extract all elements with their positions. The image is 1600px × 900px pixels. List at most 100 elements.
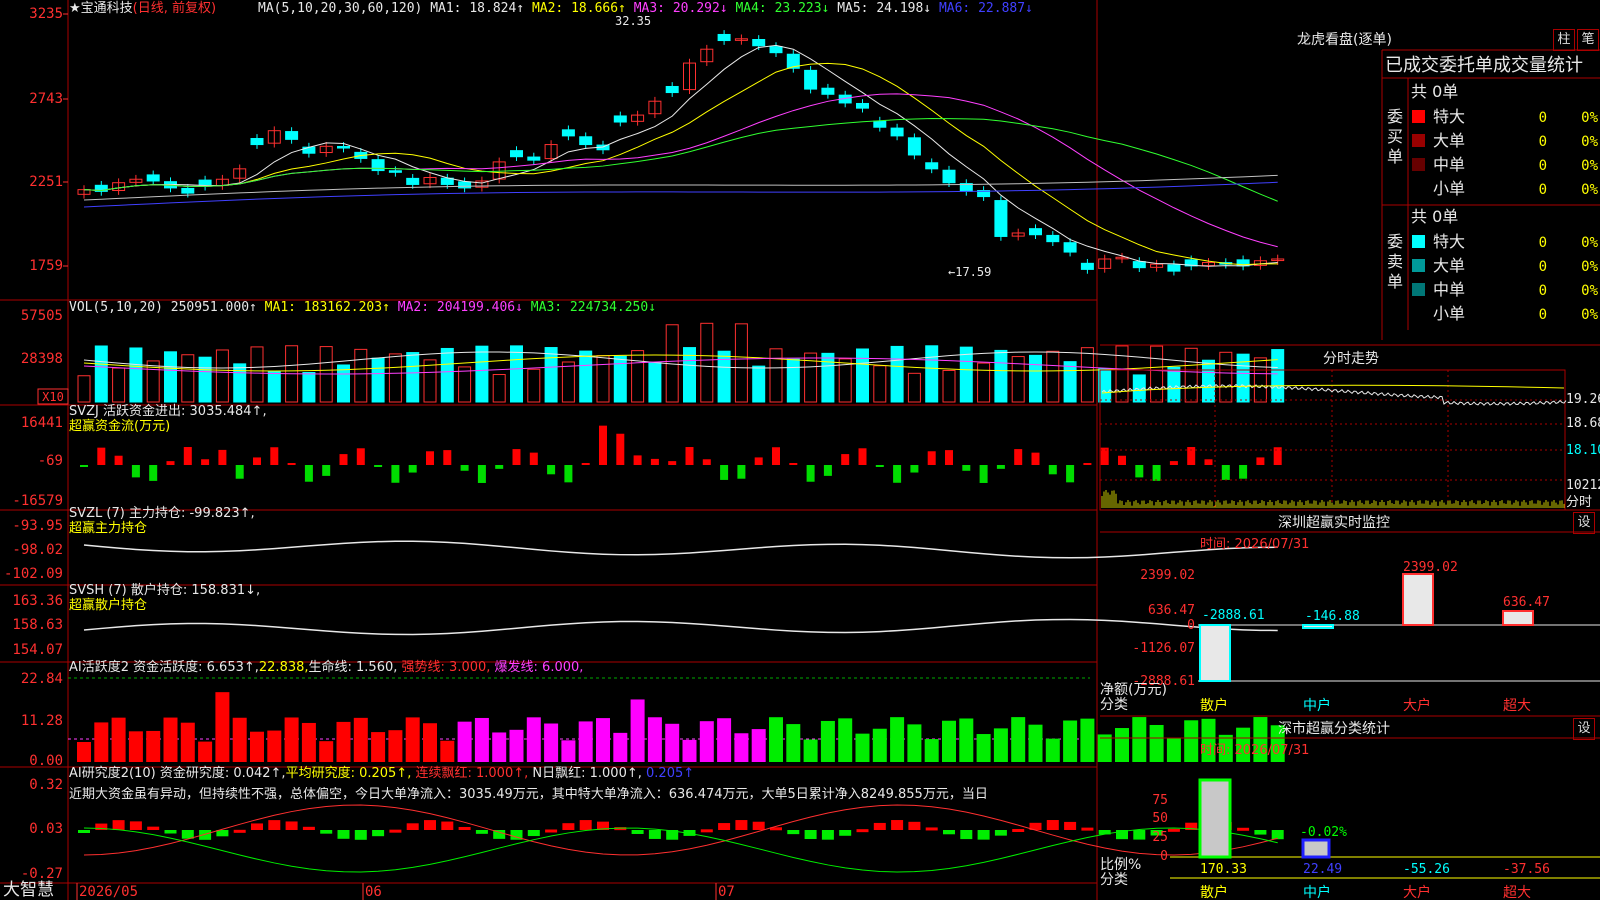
research-bar [112, 820, 125, 830]
low-mark: ←17.59 [948, 265, 991, 279]
sz-value-label: 636.47 [1503, 595, 1550, 610]
sz-settings-button[interactable]: 设 [1573, 512, 1595, 534]
candle [250, 137, 264, 146]
research-bar [648, 830, 661, 839]
candle [942, 169, 956, 184]
volume-bar [371, 357, 385, 403]
activity-bar [544, 723, 559, 762]
volume-bar [907, 372, 921, 403]
buy-row-count: 0 [1539, 110, 1547, 126]
sz-value-label: -2888.61 [1202, 608, 1265, 623]
buy-row-count: 0 [1539, 134, 1547, 150]
date-label: 06 [365, 884, 382, 900]
buy-legend-swatch [1412, 134, 1425, 147]
sz-ylabel: 净额(万元) [1100, 682, 1167, 698]
candle [406, 177, 420, 185]
flow-bar [460, 465, 469, 471]
research-bar [406, 823, 419, 830]
volume-bar [1029, 354, 1042, 403]
ai-activity-header: AI活跃度2 资金活跃度: 6.653↑,22.838,生命线: 1.560, … [69, 660, 583, 675]
volume-bar [856, 348, 869, 403]
ss-bar-retail [1198, 778, 1232, 859]
activity-bar [319, 741, 334, 762]
flow-bar [893, 465, 902, 483]
activity-bar [423, 723, 437, 762]
ss-settings-button[interactable]: 设 [1573, 718, 1595, 740]
research-bar [545, 829, 558, 833]
flow-bar [1169, 461, 1178, 465]
volume-bar [959, 346, 973, 403]
ss-stat-title: 深市超赢分类统计 [1278, 721, 1390, 737]
research-bar [372, 830, 385, 837]
volume-bar [250, 346, 264, 403]
buy-side-label: 买 [1387, 127, 1403, 146]
activity-bar [1149, 724, 1164, 762]
volume-bar [579, 350, 593, 403]
volume-bar [354, 348, 368, 403]
sz-axis-label: 2399.02 [1140, 568, 1195, 583]
activity-bar [1011, 717, 1026, 762]
ma6-value: MA6: 22.887↓ [938, 1, 1033, 16]
candle [665, 85, 679, 94]
ma-header: MA(5,10,20,30,60,120) MA1: 18.824↑ MA2: … [258, 1, 1033, 16]
activity-bar [77, 742, 91, 762]
brand-label: 大智慧 [3, 880, 54, 900]
research-bar [302, 826, 315, 830]
flow-bar [391, 465, 400, 483]
candle [181, 187, 195, 194]
vol-axis-label: 57505 [21, 308, 63, 324]
ss-category-label: 超大 [1503, 885, 1531, 900]
activity-bar [492, 732, 507, 762]
candle [561, 129, 575, 137]
date-label: 2026/05 [79, 884, 138, 900]
buy-total: 共 0单 [1411, 82, 1458, 101]
ss-axis-label: 0 [1160, 849, 1168, 864]
ai-res-avg: 平均研究度: 0.205↑, [285, 766, 412, 781]
volume-bar [423, 359, 437, 403]
volume-bar [561, 361, 575, 403]
research-bar [458, 826, 471, 830]
flow-bar [823, 465, 832, 476]
activity-bar [509, 729, 524, 762]
ai-act-second: 22.838, [258, 660, 309, 675]
research-bar [925, 827, 938, 831]
volume-bar [925, 345, 939, 403]
research-bar [994, 830, 1007, 836]
ss-value-label: 22.49 [1303, 862, 1342, 877]
flow-bar [356, 448, 365, 465]
flow-bar [599, 425, 607, 465]
research-bar [787, 830, 800, 835]
research-bar [164, 830, 177, 834]
activity-bar [596, 718, 610, 762]
sz-category-label: 中户 [1303, 697, 1331, 714]
ma5-value: MA5: 24.198↓ [837, 1, 932, 16]
flow-bar [1221, 465, 1230, 480]
research-bar [804, 830, 817, 840]
ai-res-cont: 连续飘红: 1.000↑, [415, 766, 529, 781]
research-bar [1254, 830, 1267, 835]
activity-bar [111, 717, 126, 762]
flow-bar [1256, 457, 1265, 465]
activity-bar [699, 721, 714, 762]
activity-bar [682, 739, 697, 762]
activity-bar [1028, 724, 1043, 762]
bar-mode-button[interactable]: 柱 [1553, 29, 1575, 51]
tick-mode-button[interactable]: 笔 [1577, 29, 1599, 51]
volume-bar [873, 365, 887, 403]
ma-label: MA(5,10,20,30,60,120) [258, 1, 423, 16]
flow-bar [201, 459, 210, 465]
activity-bar [180, 722, 195, 762]
candle [821, 87, 835, 95]
activity-bar [872, 728, 887, 762]
volume-bar [1253, 357, 1267, 403]
sell-row-pct: 0% [1581, 307, 1598, 323]
volume-bar [527, 368, 541, 403]
flow-bar [910, 465, 919, 473]
period-mode[interactable]: (日线, 前复权) [133, 1, 216, 16]
activity-bar [474, 717, 489, 762]
flow-bar [945, 450, 953, 465]
volume-bar [700, 322, 714, 403]
sz-category-label: 大户 [1403, 697, 1431, 714]
activity-bar [336, 721, 351, 762]
candle [1029, 228, 1042, 236]
